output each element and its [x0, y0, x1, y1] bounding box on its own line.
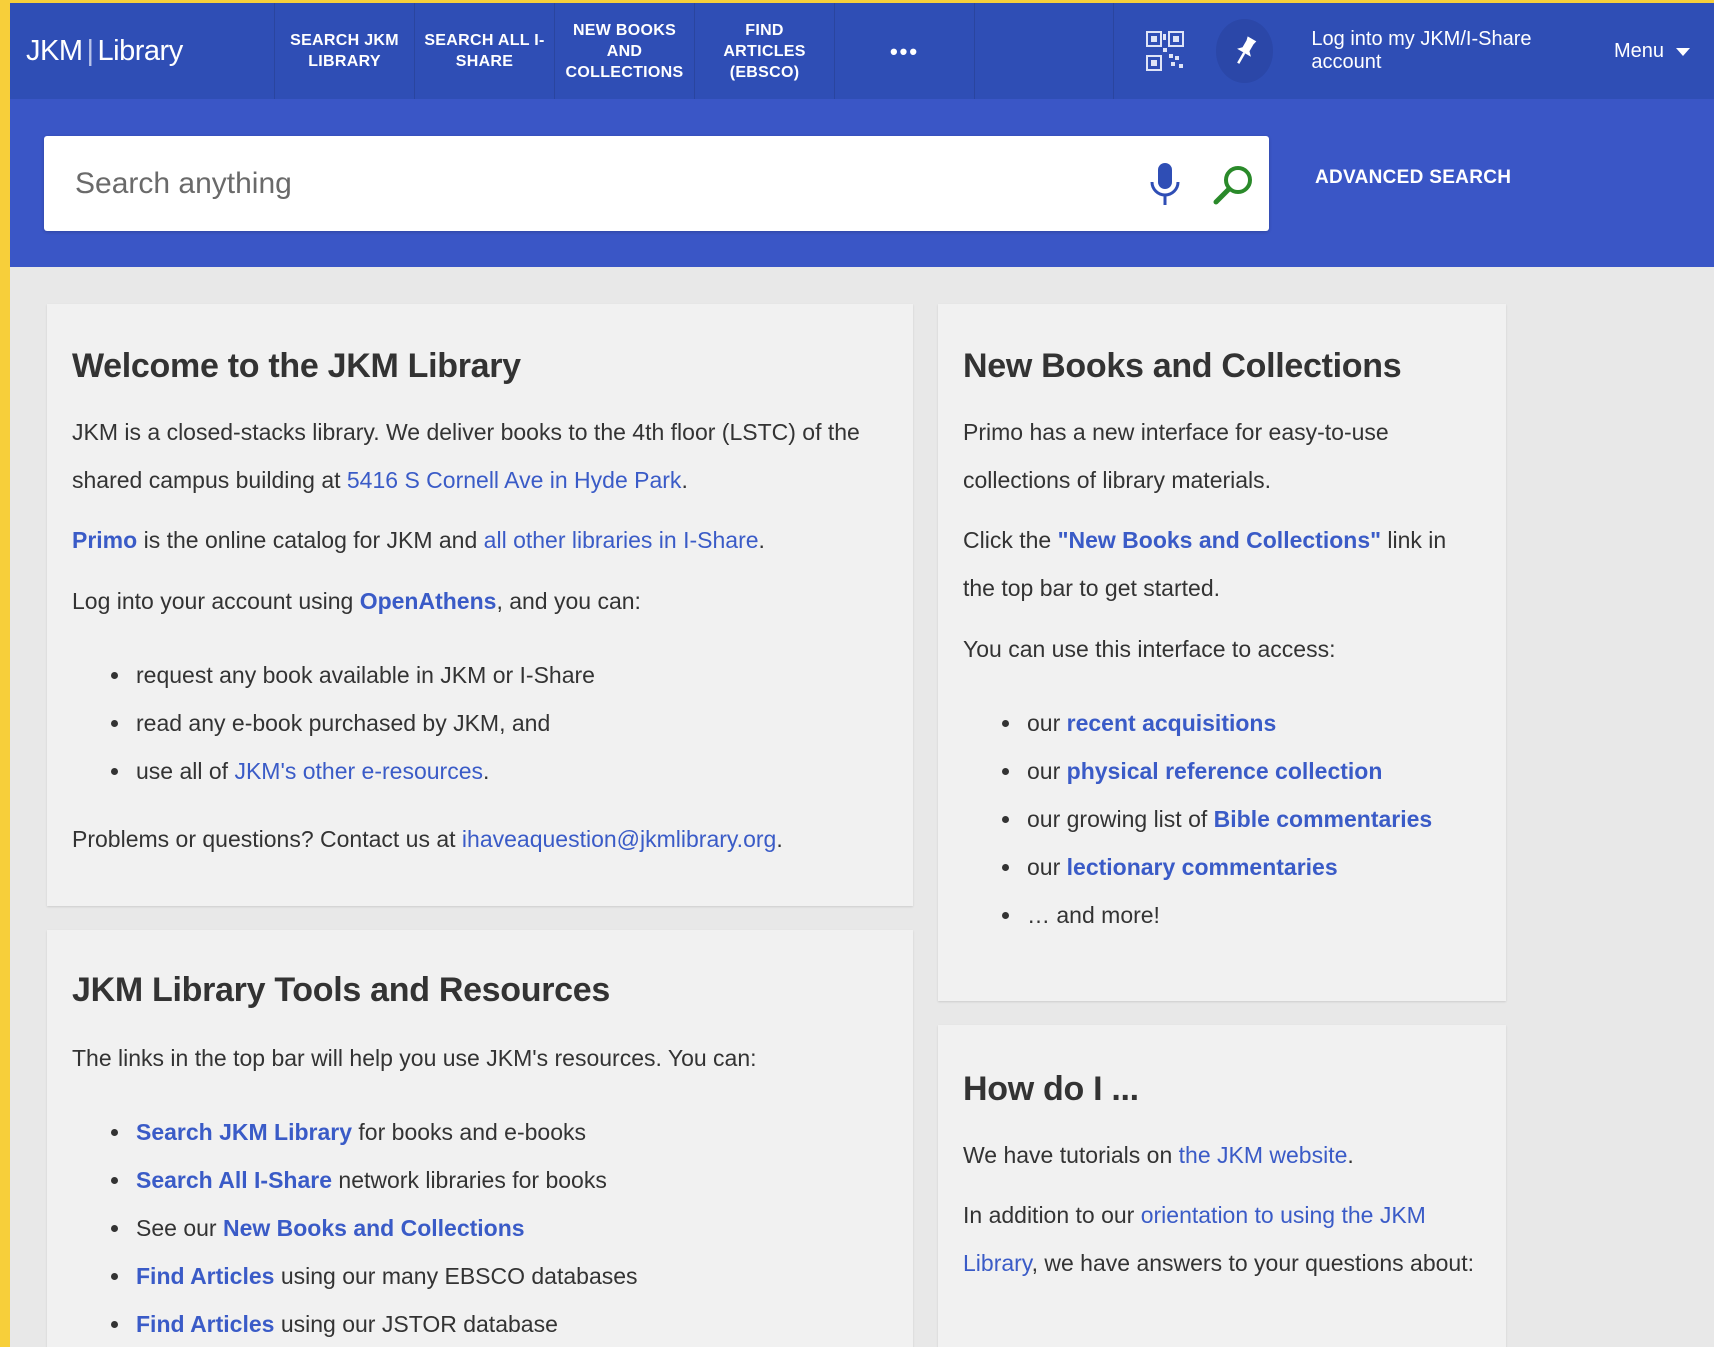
- list-item: Find Articles using our many EBSCO datab…: [111, 1252, 888, 1300]
- list-item: … and more!: [1002, 891, 1481, 939]
- welcome-paragraph-contact: Problems or questions? Contact us at iha…: [72, 826, 783, 852]
- logo-text-library: Library: [97, 34, 184, 67]
- new-books-intro: Primo has a new interface for easy-to-us…: [963, 419, 1389, 493]
- logo-separator: |: [86, 34, 95, 67]
- bible-commentaries-link[interactable]: Bible commentaries: [1214, 806, 1433, 832]
- qr-code-button[interactable]: [1136, 19, 1194, 83]
- advanced-search-link[interactable]: ADVANCED SEARCH: [1315, 167, 1511, 189]
- top-bar: JKM | Library SEARCH JKM LIBRARY SEARCH …: [10, 3, 1714, 99]
- nav-search-jkm-library[interactable]: SEARCH JKM LIBRARY: [274, 3, 414, 99]
- voice-search-button[interactable]: [1148, 162, 1182, 211]
- new-books-instructions: Click the "New Books and Collections" li…: [963, 527, 1447, 601]
- lectionary-commentaries-link[interactable]: lectionary commentaries: [1067, 854, 1338, 880]
- menu-dropdown[interactable]: Menu: [1614, 40, 1690, 63]
- physical-reference-collection-link[interactable]: physical reference collection: [1067, 758, 1383, 784]
- ishare-libraries-link[interactable]: all other libraries in I-Share: [484, 527, 759, 553]
- microphone-icon: [1150, 163, 1180, 205]
- list-item: our physical reference collection: [1002, 747, 1481, 795]
- search-icon: [1213, 166, 1252, 205]
- recent-acquisitions-link[interactable]: recent acquisitions: [1067, 710, 1277, 736]
- welcome-paragraph-primo: Primo is the online catalog for JKM and …: [72, 527, 765, 553]
- welcome-paragraph-location: JKM is a closed-stacks library. We deliv…: [72, 419, 860, 493]
- pin-icon: [1236, 36, 1256, 64]
- search-box: [44, 136, 1269, 231]
- search-input[interactable]: [75, 166, 1095, 201]
- new-books-collections-link[interactable]: New Books and Collections: [223, 1215, 525, 1241]
- openathens-link[interactable]: OpenAthens: [360, 588, 497, 614]
- find-articles-ebsco-link[interactable]: Find Articles: [136, 1263, 274, 1289]
- search-band: ADVANCED SEARCH: [10, 99, 1714, 267]
- welcome-card: Welcome to the JKM Library JKM is a clos…: [47, 304, 913, 906]
- new-books-title: New Books and Collections: [963, 347, 1402, 385]
- nav-more-button[interactable]: •••: [834, 3, 974, 99]
- login-link[interactable]: Log into my JKM/I-Share account: [1311, 28, 1578, 74]
- top-right-controls: Log into my JKM/I-Share account Menu: [1114, 3, 1714, 99]
- how-do-i-tutorials: We have tutorials on the JKM website.: [963, 1142, 1354, 1168]
- list-item: See our New Books and Collections: [111, 1204, 888, 1252]
- welcome-paragraph-login: Log into your account using OpenAthens, …: [72, 588, 641, 614]
- welcome-benefits-list: request any book available in JKM or I-S…: [111, 651, 888, 795]
- tools-title: JKM Library Tools and Resources: [72, 971, 610, 1009]
- find-articles-jstor-link[interactable]: Find Articles: [136, 1311, 274, 1337]
- how-do-i-card: How do I ... We have tutorials on the JK…: [938, 1025, 1506, 1347]
- list-item: our growing list of Bible commentaries: [1002, 795, 1481, 843]
- list-item: Find Articles using our JSTOR database: [111, 1300, 888, 1347]
- list-item: our lectionary commentaries: [1002, 843, 1481, 891]
- new-books-card: New Books and Collections Primo has a ne…: [938, 304, 1506, 1001]
- how-do-i-orientation: In addition to our orientation to using …: [963, 1202, 1474, 1276]
- library-logo[interactable]: JKM | Library: [10, 3, 274, 99]
- pin-button[interactable]: [1215, 19, 1274, 83]
- search-jkm-library-link[interactable]: Search JKM Library: [136, 1119, 352, 1145]
- app-window: JKM | Library SEARCH JKM LIBRARY SEARCH …: [10, 3, 1714, 1347]
- tools-list: Search JKM Library for books and e-books…: [111, 1108, 888, 1347]
- new-books-list: our recent acquisitions our physical ref…: [1002, 699, 1481, 939]
- how-do-i-title: How do I ...: [963, 1070, 1139, 1108]
- email-link[interactable]: ihaveaquestion@jkmlibrary.org: [462, 826, 776, 852]
- welcome-title: Welcome to the JKM Library: [72, 347, 521, 385]
- e-resources-link[interactable]: JKM's other e-resources: [234, 758, 483, 784]
- list-item: Search All I-Share network libraries for…: [111, 1156, 888, 1204]
- nav-new-books-collections[interactable]: NEW BOOKS AND COLLECTIONS: [554, 3, 694, 99]
- search-submit-button[interactable]: [1212, 164, 1256, 211]
- nav-search-all-ishare[interactable]: SEARCH ALL I-SHARE: [414, 3, 554, 99]
- nav-divider: [974, 3, 1115, 99]
- logo-text-jkm: JKM: [26, 34, 83, 67]
- new-books-access-intro: You can use this interface to access:: [963, 636, 1336, 662]
- nav-find-articles-ebsco[interactable]: FIND ARTICLES (EBSCO): [694, 3, 834, 99]
- list-item: request any book available in JKM or I-S…: [111, 651, 888, 699]
- menu-label: Menu: [1613, 39, 1664, 62]
- chevron-down-icon: [1675, 48, 1690, 56]
- tools-intro: The links in the top bar will help you u…: [72, 1045, 757, 1071]
- jkm-website-link[interactable]: the JKM website: [1179, 1142, 1348, 1168]
- new-books-collections-quote-link[interactable]: "New Books and Collections": [1058, 527, 1381, 553]
- list-item: our recent acquisitions: [1002, 699, 1481, 747]
- list-item: read any e-book purchased by JKM, and: [111, 699, 888, 747]
- search-all-ishare-link[interactable]: Search All I-Share: [136, 1167, 332, 1193]
- tools-card: JKM Library Tools and Resources The link…: [47, 930, 913, 1347]
- qr-code-icon: [1145, 31, 1184, 71]
- list-item: use all of JKM's other e-resources.: [111, 747, 888, 795]
- address-link[interactable]: 5416 S Cornell Ave in Hyde Park: [347, 467, 682, 493]
- main-nav: SEARCH JKM LIBRARY SEARCH ALL I-SHARE NE…: [274, 3, 1115, 99]
- primo-link[interactable]: Primo: [72, 527, 137, 553]
- list-item: Search JKM Library for books and e-books: [111, 1108, 888, 1156]
